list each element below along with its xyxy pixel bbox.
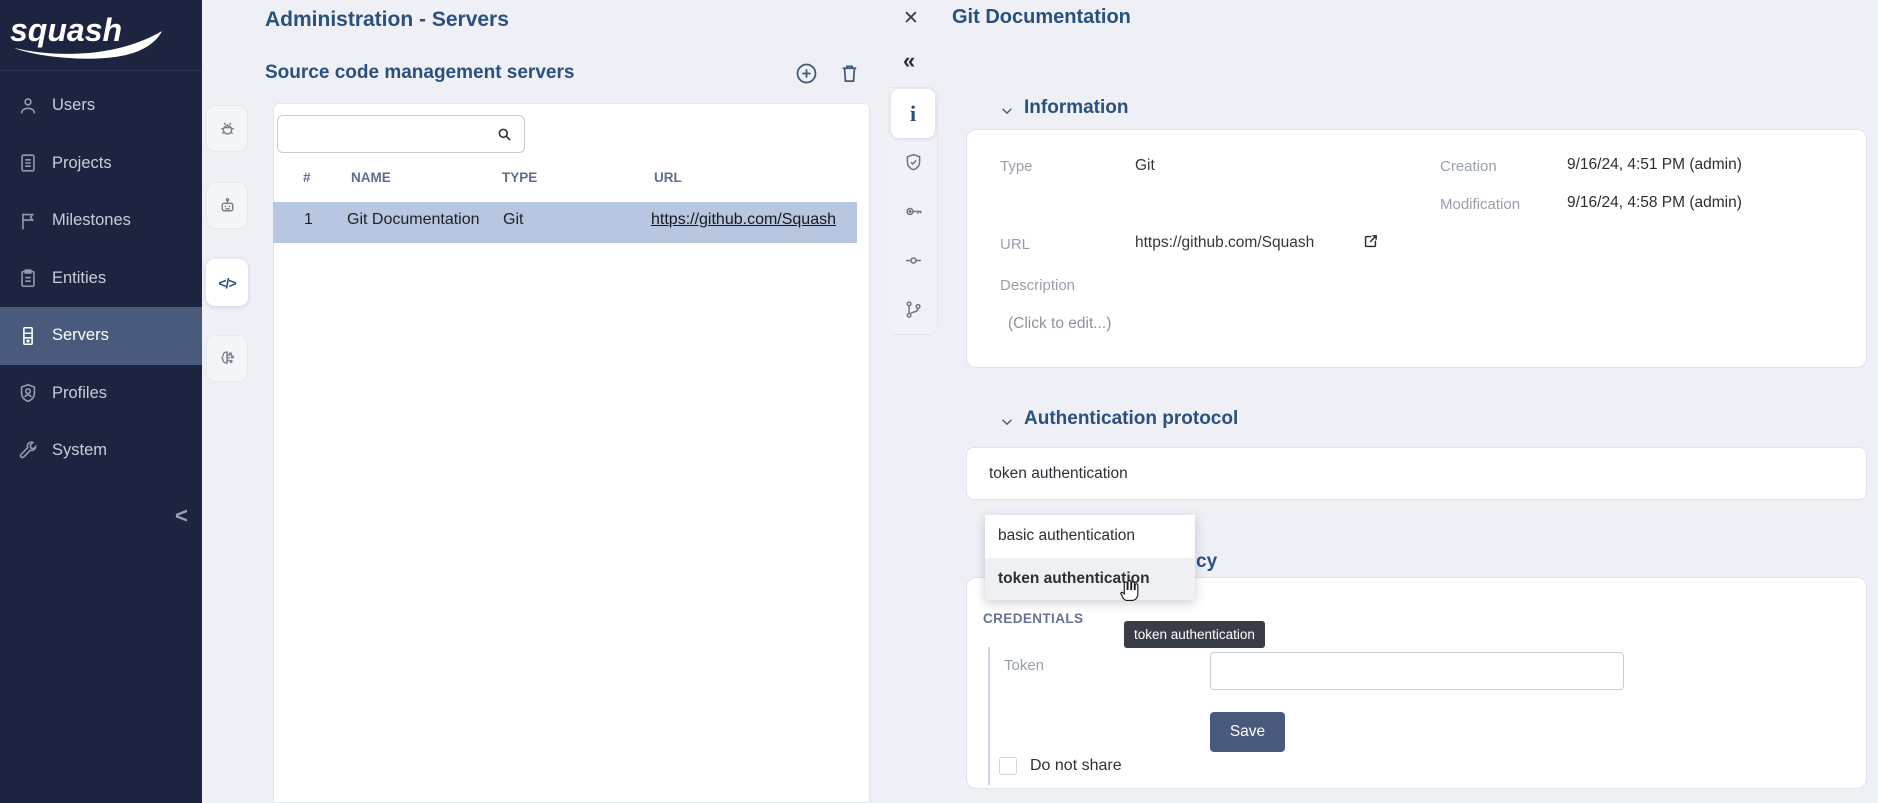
row-name: Git Documentation (347, 211, 480, 229)
tab-credentials[interactable] (891, 187, 935, 236)
shield-check-icon (903, 152, 924, 173)
server-search-box (277, 115, 525, 153)
type-value: Git (1135, 157, 1155, 175)
sidebar-item-profiles[interactable]: Profiles (0, 365, 202, 423)
column-header-index: # (303, 170, 311, 185)
git-branch-icon (903, 299, 924, 320)
information-heading[interactable]: Information (1024, 97, 1129, 119)
close-panel-icon[interactable]: ✕ (903, 7, 919, 30)
info-icon: i (910, 104, 916, 124)
wrench-icon (17, 440, 39, 462)
key-icon (903, 201, 924, 222)
sidebar-item-label: Milestones (52, 211, 131, 230)
description-edit-placeholder[interactable]: (Click to edit...) (1008, 315, 1111, 333)
do-not-share-checkbox[interactable] (999, 757, 1017, 775)
auth-protocol-select[interactable]: token authentication (966, 447, 1867, 500)
sidebar-item-label: Users (52, 96, 95, 115)
modification-label: Modification (1440, 196, 1520, 213)
add-server-button[interactable] (794, 61, 819, 86)
save-button[interactable]: Save (1210, 712, 1285, 752)
user-icon (17, 95, 39, 117)
type-label: Type (1000, 158, 1033, 175)
column-header-url: URL (654, 170, 682, 185)
code-icon: </> (218, 275, 235, 291)
sidebar-item-entities[interactable]: Entities (0, 250, 202, 308)
credentials-label: CREDENTIALS (983, 611, 1083, 626)
sidebar-item-servers[interactable]: Servers (0, 307, 202, 365)
bug-icon (217, 118, 238, 139)
sidebar-item-milestones[interactable]: Milestones (0, 192, 202, 250)
url-label: URL (1000, 236, 1030, 253)
form-indent-line (988, 647, 990, 785)
token-label: Token (1004, 657, 1044, 674)
modification-value: 9/16/24, 4:58 PM (admin) (1567, 194, 1742, 212)
sidebar-item-label: Entities (52, 269, 106, 288)
token-input[interactable] (1210, 652, 1624, 690)
server-url-link[interactable]: https://github.com/Squash (651, 211, 836, 228)
page-title: Administration - Servers (265, 8, 509, 32)
sidebar-item-label: Profiles (52, 384, 107, 403)
clipboard-icon (17, 267, 39, 289)
tab-bugtracker-servers[interactable] (206, 105, 248, 152)
search-icon (495, 125, 514, 144)
tab-branches[interactable] (891, 285, 935, 334)
auth-protocol-selected-value: token authentication (989, 465, 1128, 483)
tab-information[interactable]: i (891, 89, 935, 138)
do-not-share-label: Do not share (1030, 757, 1122, 775)
tab-commits[interactable] (891, 236, 935, 285)
profile-badge-icon (17, 382, 39, 404)
creation-value: 9/16/24, 4:51 PM (admin) (1567, 156, 1742, 174)
column-header-name: NAME (351, 170, 391, 185)
document-icon (17, 152, 39, 174)
squash-logo: squash (6, 4, 188, 62)
tab-policies[interactable] (891, 138, 935, 187)
sidebar-nav: Users Projects Milestones Entities Serve… (0, 77, 202, 480)
row-type: Git (503, 211, 523, 229)
sidebar-divider (0, 70, 202, 71)
auth-protocol-heading[interactable]: Authentication protocol (1024, 408, 1238, 430)
external-link-icon[interactable] (1362, 233, 1379, 250)
chevron-down-icon[interactable] (1000, 415, 1014, 429)
auth-protocol-dropdown: basic authentication token authenticatio… (985, 515, 1195, 600)
tab-automation-servers[interactable] (206, 182, 248, 229)
robot-icon (217, 195, 238, 216)
collapse-panel-icon[interactable]: « (903, 48, 915, 74)
flag-icon (17, 210, 39, 232)
column-header-type: TYPE (502, 170, 537, 185)
sidebar-item-projects[interactable]: Projects (0, 135, 202, 193)
tooltip: token authentication (1124, 621, 1265, 648)
panel-title: Git Documentation (952, 6, 1131, 29)
chevron-down-icon[interactable] (1000, 104, 1014, 118)
svg-text:squash: squash (10, 12, 122, 48)
panel-tab-strip: i (889, 87, 938, 335)
server-search-input[interactable] (288, 120, 488, 148)
section-title: Source code management servers (265, 62, 574, 84)
description-label: Description (1000, 277, 1075, 294)
dropdown-option-token[interactable]: token authentication (985, 558, 1195, 601)
creation-label: Creation (1440, 158, 1497, 175)
sidebar-item-users[interactable]: Users (0, 77, 202, 135)
server-icon (17, 325, 39, 347)
dropdown-option-basic[interactable]: basic authentication (985, 515, 1195, 558)
row-url-link[interactable]: https://github.com/Squash (651, 211, 836, 229)
sidebar-item-system[interactable]: System (0, 422, 202, 480)
tab-scm-servers[interactable]: </> (206, 259, 248, 306)
delete-server-button[interactable] (838, 62, 861, 85)
git-commit-icon (903, 250, 924, 271)
app-window: squash Users Projects Milestones Entitie… (0, 0, 1878, 803)
sidebar-item-label: System (52, 441, 107, 460)
sidebar-item-label: Projects (52, 154, 112, 173)
tab-ai-servers[interactable] (206, 335, 248, 382)
row-index: 1 (304, 211, 313, 229)
sidebar-item-label: Servers (52, 326, 109, 345)
sidebar: squash Users Projects Milestones Entitie… (0, 0, 202, 803)
sidebar-collapse-button[interactable]: < (175, 505, 188, 527)
ai-brain-icon (217, 348, 238, 369)
url-value[interactable]: https://github.com/Squash (1135, 234, 1314, 252)
